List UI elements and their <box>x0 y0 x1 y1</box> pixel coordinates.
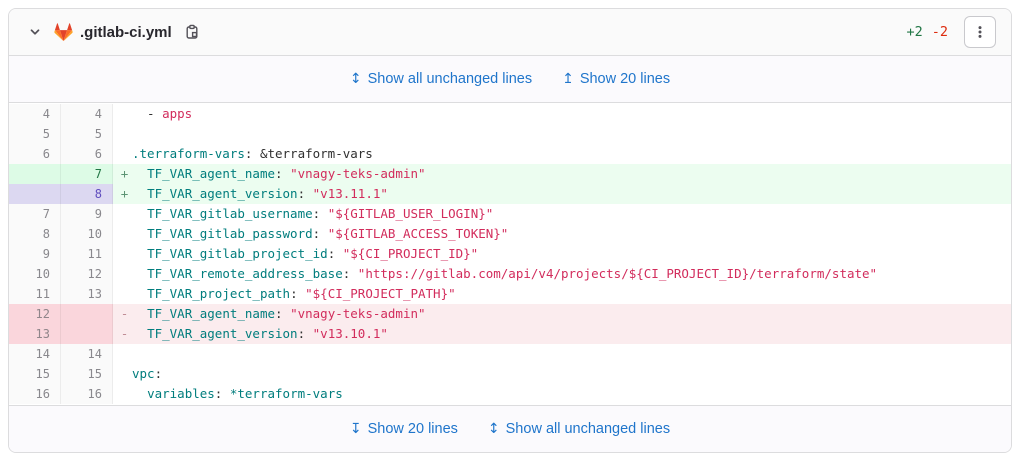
diff-row: 44 - apps <box>9 104 1011 124</box>
show-all-unchanged-lines-link[interactable]: ↕ Show all unchanged lines <box>350 71 532 87</box>
code-line: .terraform-vars: &terraform-vars <box>132 146 373 161</box>
diff-row: 10 12 TF_VAR_remote_address_base: "https:… <box>9 264 1011 284</box>
code-line: vpc: <box>132 366 163 381</box>
kebab-menu-icon <box>972 24 988 40</box>
code-line: TF_VAR_project_path: "${CI_PROJECT_PATH}… <box>147 286 456 301</box>
new-line-number[interactable]: 6 <box>61 144 113 164</box>
old-line-number[interactable]: 16 <box>9 384 61 404</box>
diff-row: 13 - TF_VAR_agent_version: "v13.10.1" <box>9 324 1011 344</box>
diff-marker: + <box>120 186 129 201</box>
new-line-number[interactable]: 9 <box>61 204 113 224</box>
file-diff-card: .gitlab-ci.yml +2 -2 ↕ Show all unchange… <box>8 8 1012 453</box>
old-line-number[interactable]: 4 <box>9 104 61 124</box>
old-line-number[interactable]: 11 <box>9 284 61 304</box>
code-line: - TF_VAR_agent_name: "vnagy-teks-admin" <box>113 304 1011 324</box>
old-line-number[interactable]: 12 <box>9 304 61 324</box>
code-line: TF_VAR_gitlab_project_id: "${CI_PROJECT_… <box>147 246 479 261</box>
old-line-number[interactable]: 8 <box>9 224 61 244</box>
new-line-number[interactable]: 10 <box>61 224 113 244</box>
old-line-number[interactable]: 9 <box>9 244 61 264</box>
diff-marker: - <box>120 306 129 321</box>
file-name: .gitlab-ci.yml <box>80 23 172 41</box>
chevron-down-icon <box>28 25 42 39</box>
gitlab-tanuki-icon <box>54 22 73 42</box>
diff-row: 6 6 .terraform-vars: &terraform-vars <box>9 144 1011 164</box>
old-line-number[interactable]: 10 <box>9 264 61 284</box>
collapse-file-button[interactable] <box>24 21 46 43</box>
code-line: variables: *terraform-vars <box>147 386 343 401</box>
new-line-number[interactable] <box>61 324 113 344</box>
diff-row: 8 10 TF_VAR_gitlab_password: "${GITLAB_AC… <box>9 224 1011 244</box>
new-line-number[interactable]: 5 <box>61 124 113 144</box>
old-line-number[interactable]: 5 <box>9 124 61 144</box>
code-line: TF_VAR_gitlab_password: "${GITLAB_ACCESS… <box>147 226 509 241</box>
copy-file-path-button[interactable] <box>181 21 203 43</box>
expand-bar-bottom: ↧ Show 20 lines ↕ Show all unchanged lin… <box>9 405 1011 452</box>
diff-row: 9 11 TF_VAR_gitlab_project_id: "${CI_PROJ… <box>9 244 1011 264</box>
old-line-number[interactable] <box>9 164 61 184</box>
expand-down-icon: ↧ <box>349 421 362 437</box>
diff-row: 8 + TF_VAR_agent_version: "v13.11.1" <box>9 184 1011 204</box>
expand-both-icon: ↕ <box>349 71 362 87</box>
new-line-number[interactable]: 13 <box>61 284 113 304</box>
diff-marker: - <box>120 326 129 341</box>
copy-to-clipboard-icon <box>184 24 200 40</box>
code-line: - TF_VAR_agent_version: "v13.10.1" <box>113 324 1011 344</box>
new-line-number[interactable]: 7 <box>61 164 113 184</box>
code-line: + TF_VAR_agent_version: "v13.11.1" <box>113 184 1011 204</box>
old-line-number[interactable]: 6 <box>9 144 61 164</box>
new-line-number[interactable]: 16 <box>61 384 113 404</box>
show-20-lines-down-link[interactable]: ↧ Show 20 lines <box>350 421 458 437</box>
code-line: + TF_VAR_agent_name: "vnagy-teks-admin" <box>113 164 1011 184</box>
diff-row: 15 15 vpc: <box>9 364 1011 384</box>
expand-link-label: Show 20 lines <box>367 421 458 437</box>
additions-count: +2 <box>906 24 923 40</box>
expand-up-icon: ↥ <box>562 71 574 87</box>
new-line-number[interactable]: 4 <box>61 104 113 124</box>
code-line: - apps <box>132 106 193 121</box>
old-line-number[interactable]: 15 <box>9 364 61 384</box>
new-line-number[interactable]: 12 <box>61 264 113 284</box>
old-line-number[interactable]: 7 <box>9 204 61 224</box>
diff-row: 16 16 variables: *terraform-vars <box>9 384 1011 404</box>
diff-stats: +2 -2 <box>906 24 948 40</box>
new-line-number[interactable]: 14 <box>61 344 113 364</box>
new-line-number[interactable] <box>61 304 113 324</box>
new-line-number[interactable]: 15 <box>61 364 113 384</box>
show-20-lines-up-link[interactable]: ↥ Show 20 lines <box>562 71 670 87</box>
diff-table: 44 - apps 5 5 6 6 .terraform-vars: &terraform… <box>9 103 1011 405</box>
file-options-button[interactable] <box>964 16 996 48</box>
expand-bar-top: ↕ Show all unchanged lines ↥ Show 20 lin… <box>9 56 1011 103</box>
old-line-number[interactable]: 14 <box>9 344 61 364</box>
diff-row: 12 - TF_VAR_agent_name: "vnagy-teks-admin… <box>9 304 1011 324</box>
diff-row: 14 14 <box>9 344 1011 364</box>
diff-marker: + <box>120 166 129 181</box>
show-all-unchanged-lines-link[interactable]: ↕ Show all unchanged lines <box>488 421 670 437</box>
file-header: .gitlab-ci.yml +2 -2 <box>9 9 1011 56</box>
diff-row: 7 + TF_VAR_agent_name: "vnagy-teks-admin" <box>9 164 1011 184</box>
expand-link-label: Show all unchanged lines <box>367 71 533 87</box>
expand-link-label: Show 20 lines <box>579 71 671 87</box>
code-line: TF_VAR_gitlab_username: "${GITLAB_USER_L… <box>147 206 494 221</box>
old-line-number[interactable] <box>9 184 61 204</box>
new-line-number[interactable]: 11 <box>61 244 113 264</box>
expand-both-icon: ↕ <box>487 421 500 437</box>
code-line: TF_VAR_remote_address_base: "https://git… <box>147 266 878 281</box>
expand-link-label: Show all unchanged lines <box>505 421 671 437</box>
deletions-count: -2 <box>931 24 948 40</box>
diff-row: 11 13 TF_VAR_project_path: "${CI_PROJECT_… <box>9 284 1011 304</box>
old-line-number[interactable]: 13 <box>9 324 61 344</box>
diff-row: 55 <box>9 124 1011 144</box>
diff-row: 79 TF_VAR_gitlab_username: "${GITLAB_USE… <box>9 204 1011 224</box>
new-line-number[interactable]: 8 <box>61 184 113 204</box>
